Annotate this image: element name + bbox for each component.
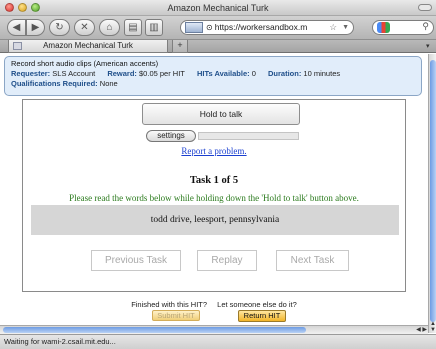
page-content: Record short audio clips (American accen… — [0, 54, 428, 333]
duration-label: Duration: — [267, 69, 302, 78]
bookmarks-button[interactable]: ▤ — [124, 19, 142, 36]
submit-hit-button[interactable]: Submit HIT — [152, 310, 200, 321]
task-title: Task 1 of 5 — [189, 175, 239, 186]
vertical-scroll-arrows-icon[interactable]: ▲ ▼ — [429, 321, 436, 333]
tab-amazon-mechanical-turk[interactable]: Amazon Mechanical Turk — [8, 40, 168, 53]
status-bar: Waiting for wami-2.csail.mit.edu... — [0, 334, 436, 349]
task-frame: Hold to talk settings Report a problem. … — [22, 99, 406, 292]
someone-else-text: Let someone else do it? — [217, 300, 297, 309]
home-button[interactable]: ⌂ — [99, 19, 120, 36]
new-tab-button[interactable]: + — [172, 40, 188, 53]
hit-actions-text: Finished with this HIT? Let someone else… — [0, 300, 428, 309]
address-bar-url: https://workersandbox.m — [214, 22, 308, 32]
finished-text: Finished with this HIT? — [131, 300, 208, 309]
replay-button[interactable]: Replay — [197, 250, 257, 271]
hit-details-row: Requester: SLS Account Reward: $0.05 per… — [11, 69, 415, 79]
audio-level-meter — [198, 132, 299, 140]
tab-bar: Amazon Mechanical Turk + ▾ — [0, 40, 436, 53]
sidebar-button[interactable]: ▥ — [145, 19, 163, 36]
status-text: Waiting for wami-2.csail.mit.edu... — [4, 337, 116, 346]
qualifications-label: Qualifications Required: — [11, 79, 98, 88]
task-instructions: Please read the words below while holdin… — [69, 193, 359, 203]
return-hit-button[interactable]: Return HIT — [238, 310, 286, 322]
forward-arrow-icon: ▶ — [31, 22, 40, 33]
reload-icon: ↻ — [55, 22, 64, 33]
vertical-scroll-thumb[interactable] — [430, 60, 436, 322]
search-input[interactable]: ⚲ — [372, 20, 434, 35]
hits-available-value: 0 — [251, 69, 256, 78]
sidebar-icon: ▥ — [149, 22, 159, 33]
stop-icon: ✕ — [80, 22, 89, 33]
tab-label: Amazon Mechanical Turk — [43, 41, 133, 50]
back-arrow-icon: ◀ — [12, 22, 21, 33]
forward-button[interactable]: ▶ — [26, 19, 45, 36]
tab-list-icon[interactable]: ▾ — [426, 42, 434, 50]
bookmark-icon: ▤ — [128, 22, 138, 33]
search-engine-icon[interactable] — [377, 22, 390, 33]
report-problem-link[interactable]: Report a problem. — [23, 146, 405, 156]
settings-button[interactable]: settings — [146, 130, 196, 142]
prompt-text: todd drive, leesport, pennsylvania — [31, 205, 399, 235]
reward-label: Reward: — [107, 69, 137, 78]
tab-favicon-icon — [13, 42, 22, 50]
window-title: Amazon Mechanical Turk — [167, 3, 269, 13]
vertical-scrollbar[interactable]: ▲ ▼ — [428, 54, 436, 333]
qualifications-value: None — [99, 79, 118, 88]
previous-task-button[interactable]: Previous Task — [91, 250, 181, 271]
home-icon: ⌂ — [106, 22, 113, 33]
history-dropdown-icon[interactable]: ▼ — [342, 21, 349, 34]
address-bar[interactable]: ⊙ https://workersandbox.m ☆ ▼ — [180, 20, 354, 35]
qualifications-row: Qualifications Required: None — [11, 79, 415, 89]
hold-to-talk-button[interactable]: Hold to talk — [142, 103, 300, 125]
horizontal-scrollbar[interactable]: ◀ ▶ — [0, 325, 428, 334]
search-icon[interactable]: ⚲ — [422, 21, 429, 32]
reload-button[interactable]: ↻ — [49, 19, 70, 36]
lock-icon: ⊙ — [206, 23, 213, 32]
hit-info-panel: Record short audio clips (American accen… — [4, 56, 422, 96]
reward-value: $0.05 per HIT — [139, 69, 185, 78]
duration-value: 10 minutes — [303, 69, 341, 78]
toolbar-toggle-icon[interactable] — [418, 4, 432, 11]
requester-label: Requester: — [11, 69, 51, 78]
stop-button[interactable]: ✕ — [74, 19, 95, 36]
next-task-button[interactable]: Next Task — [276, 250, 349, 271]
requester-value: SLS Account — [52, 69, 96, 78]
back-button[interactable]: ◀ — [7, 19, 26, 36]
bookmark-star-icon[interactable]: ☆ — [329, 21, 337, 34]
site-identity-icon[interactable] — [185, 22, 203, 34]
horizontal-scroll-thumb[interactable] — [3, 327, 306, 333]
window-titlebar: Amazon Mechanical Turk — [0, 0, 436, 16]
hit-title: Record short audio clips (American accen… — [11, 59, 159, 68]
browser-toolbar: ◀ ▶ ↻ ✕ ⌂ ▤ ▥ ⊙ https://workersandbox.m ☆… — [0, 16, 436, 40]
hits-available-label: HITs Available: — [196, 69, 250, 78]
horizontal-scroll-arrows-icon[interactable]: ◀ ▶ — [416, 326, 427, 334]
